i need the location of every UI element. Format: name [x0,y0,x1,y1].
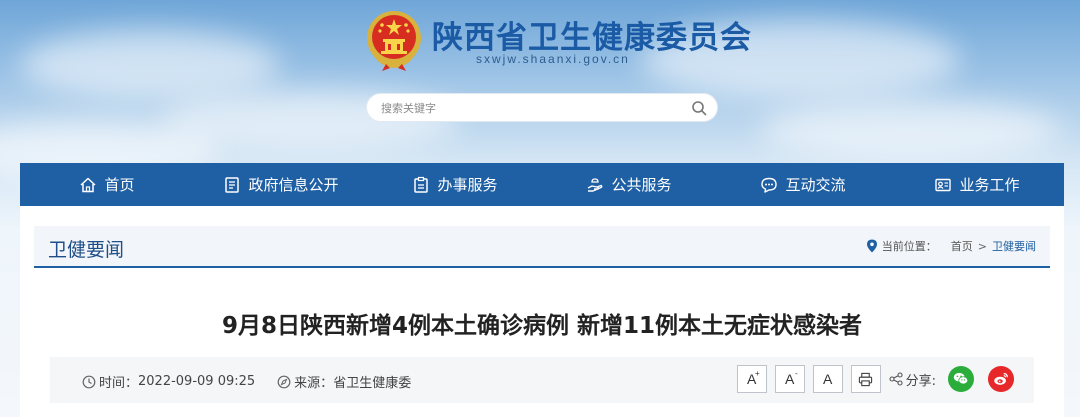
nav-item-gov-info[interactable]: 政府信息公开 [194,163,368,206]
chat-icon [761,177,778,193]
search-icon[interactable] [691,100,707,116]
id-card-icon [935,178,952,191]
compass-icon [277,375,291,388]
article-tools: A + A- A 分享: [736,365,1014,393]
breadcrumb-home-link[interactable]: 首页 [951,238,973,254]
source-value: 省卫生健康委 [333,376,412,391]
breadcrumb-separator: > [977,239,987,253]
site-title[interactable]: 陕西省卫生健康委员会 [432,12,752,57]
nav-item-public-services[interactable]: 公共服务 [542,163,716,206]
nav-item-label: 首页 [104,176,135,194]
search-input[interactable] [381,98,681,118]
breadcrumb-label: 当前位置： [881,240,937,253]
nav-item-business[interactable]: 业务工作 [890,163,1064,206]
search-box [366,93,718,122]
wechat-icon [953,372,969,385]
font-decrease-button[interactable]: A- [774,365,805,393]
section-header: 卫健要闻 当前位置： 首页 > 卫健要闻 [34,226,1050,268]
site-header: 陕西省卫生健康委员会 sxwjw.shaanxi.gov.cn [0,0,1080,160]
publish-time-label: 时间： [99,376,139,391]
site-domain: sxwjw.shaanxi.gov.cn [476,52,630,66]
source-label: 来源： [294,376,334,391]
nav-item-home[interactable]: 首页 [20,163,194,206]
share-icon [889,372,903,386]
share-label: 分享: [889,370,936,389]
breadcrumb: 当前位置： 首页 > 卫健要闻 [866,238,1036,254]
clock-icon [82,375,96,388]
nav-item-label: 政府信息公开 [248,176,339,194]
article-meta-bar: 时间： 2022-09-09 09:25 来源： 省卫生健康委 A+ A- A [50,357,1034,403]
article-page: 卫健要闻 当前位置： 首页 > 卫健要闻 9月8日陕西新增4例本土确诊病例 新增… [20,206,1064,417]
nav-item-label: 互动交流 [785,176,846,194]
section-title: 卫健要闻 [48,239,125,261]
hand-service-icon [588,177,603,192]
wechat-share-button[interactable] [948,366,974,392]
nav-item-interaction[interactable]: 互动交流 [716,163,890,206]
nav-item-label: 公共服务 [611,176,672,194]
home-icon [80,177,96,192]
breadcrumb-current-link[interactable]: 卫健要闻 [992,238,1036,254]
publish-time-value: 2022-09-09 09:25 [138,374,256,389]
main-nav: 首页 政府信息公开 办事服务 公共服务 互动交流 业务工作 [20,163,1064,206]
print-button[interactable] [850,365,881,393]
nav-item-label: 办事服务 [437,176,498,194]
font-increase-button[interactable]: A + [736,365,767,393]
weibo-share-button[interactable] [988,366,1014,392]
document-icon [225,176,240,193]
location-pin-icon [866,239,877,253]
article-title: 9月8日陕西新增4例本土确诊病例 新增11例本土无症状感染者 [221,313,863,339]
article-meta: 时间： 2022-09-09 09:25 来源： 省卫生健康委 [82,372,411,391]
clipboard-icon [414,176,429,193]
nav-item-label: 业务工作 [959,176,1020,194]
printer-icon [858,372,873,386]
font-reset-button[interactable]: A [812,365,843,393]
nav-item-services[interactable]: 办事服务 [368,163,542,206]
national-emblem-logo[interactable] [364,8,424,72]
weibo-icon [994,372,1008,385]
